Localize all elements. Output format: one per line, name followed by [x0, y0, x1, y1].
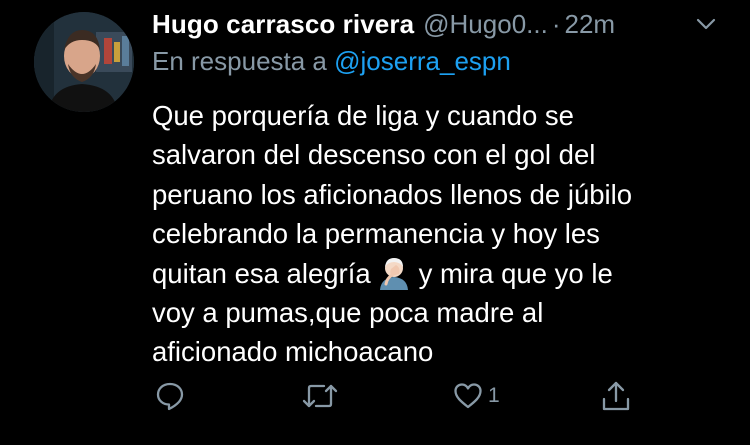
share-button[interactable] — [600, 376, 632, 416]
reply-mention-link[interactable]: @joserra_espn — [334, 46, 511, 76]
avatar[interactable] — [34, 12, 134, 112]
reply-button[interactable] — [154, 376, 186, 416]
separator-dot: · — [551, 8, 561, 39]
reply-context: En respuesta a @joserra_espn — [152, 46, 511, 77]
tweet-text-segment: y mira que yo le — [418, 257, 613, 289]
tweet-text-line: peruano los aficionados llenos de júbilo — [152, 178, 633, 210]
retweet-icon — [302, 384, 338, 408]
person-facepalming-emoji — [377, 256, 411, 290]
tweet-text-line: quitan esa alegría y mira que yo le — [152, 254, 722, 293]
tweet-header: Hugo carrasco rivera @Hugo0... · 22m — [152, 6, 615, 42]
tweet-text: Que porquería de liga y cuando se salvar… — [152, 96, 722, 372]
tweet-text-line: celebrando la permanencia y hoy les — [152, 218, 600, 250]
tweet-actions: 1 — [0, 376, 750, 420]
share-icon — [602, 381, 630, 411]
like-count: 1 — [488, 384, 500, 407]
display-name[interactable]: Hugo carrasco rivera — [152, 9, 414, 40]
like-button[interactable]: 1 — [452, 376, 500, 416]
retweet-button[interactable] — [302, 376, 338, 416]
tweet-text-line: voy a pumas,que poca madre al — [152, 297, 544, 329]
like-icon — [454, 383, 482, 409]
tweet-text-segment: quitan esa alegría — [152, 257, 371, 289]
tweet-text-line: aficionado michoacano — [152, 336, 434, 368]
tweet-text-line: salvaron del descenso con el gol del — [152, 139, 596, 171]
reply-icon — [156, 382, 184, 411]
tweet[interactable]: Hugo carrasco rivera @Hugo0... · 22m En … — [0, 0, 750, 445]
timestamp[interactable]: 22m — [565, 9, 616, 40]
reply-prefix: En respuesta a — [152, 46, 327, 76]
chevron-down-icon[interactable] — [694, 12, 718, 36]
tweet-text-line: Que porquería de liga y cuando se — [152, 100, 574, 131]
user-handle[interactable]: @Hugo0... — [423, 9, 548, 40]
